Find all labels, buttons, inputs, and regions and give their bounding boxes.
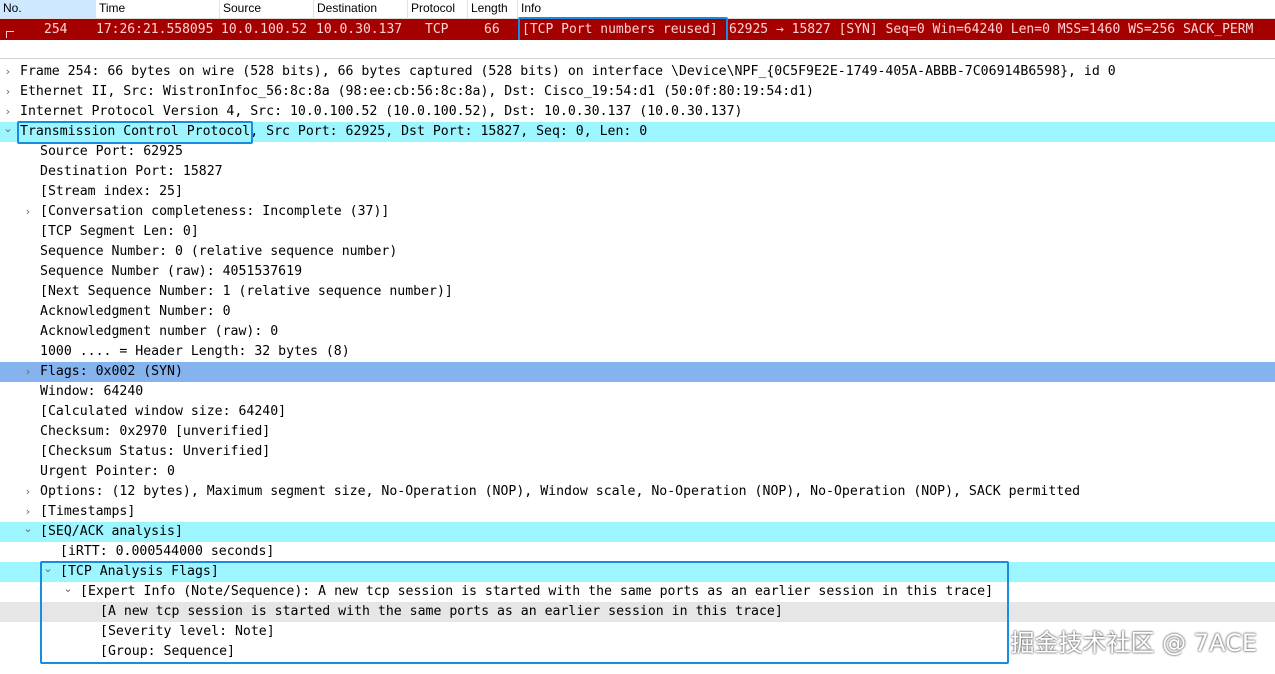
chevron-right-icon[interactable]: ›	[22, 202, 34, 222]
related-packet-marker-icon	[6, 31, 14, 38]
tree-row[interactable]: Window: 64240	[0, 382, 1275, 402]
tree-row-label: Window: 64240	[40, 384, 144, 399]
chevron-down-icon[interactable]: ⌄	[2, 122, 14, 142]
tree-row-label: [iRTT: 0.000544000 seconds]	[60, 544, 275, 559]
tree-row[interactable]: 1000 .... = Header Length: 32 bytes (8)	[0, 342, 1275, 362]
tree-row-label: Ethernet II, Src: WistronInfoc_56:8c:8a …	[20, 84, 814, 99]
tree-row-label: Sequence Number (raw): 4051537619	[40, 264, 303, 279]
tree-row-label: [SEQ/ACK analysis]	[40, 524, 183, 539]
tree-row-label: Checksum: 0x2970 [unverified]	[40, 424, 271, 439]
packet-length: 66	[484, 22, 500, 37]
column-header-info[interactable]: Info	[518, 0, 1275, 18]
tree-row-label: [Stream index: 25]	[40, 184, 183, 199]
tree-row[interactable]: › Ethernet II, Src: WistronInfoc_56:8c:8a…	[0, 82, 1275, 102]
tree-row[interactable]: Acknowledgment number (raw): 0	[0, 322, 1275, 342]
tree-row[interactable]: [iRTT: 0.000544000 seconds]	[0, 542, 1275, 562]
tree-row[interactable]: [Checksum Status: Unverified]	[0, 442, 1275, 462]
chevron-right-icon[interactable]: ›	[2, 62, 14, 82]
tree-row-label: Flags: 0x002 (SYN)	[40, 364, 183, 379]
tree-row[interactable]: › [Timestamps]	[0, 502, 1275, 522]
tree-row[interactable]: [Calculated window size: 64240]	[0, 402, 1275, 422]
tree-row-label: [Severity level: Note]	[100, 624, 275, 639]
tree-row-label: [Checksum Status: Unverified]	[40, 444, 271, 459]
chevron-right-icon[interactable]: ›	[22, 482, 34, 502]
column-header-no[interactable]: No.	[0, 0, 96, 18]
tree-row-label: 1000 .... = Header Length: 32 bytes (8)	[40, 344, 350, 359]
tree-row-label: [Next Sequence Number: 1 (relative seque…	[40, 284, 453, 299]
tree-row[interactable]: Checksum: 0x2970 [unverified]	[0, 422, 1275, 442]
tree-row-label: [Conversation completeness: Incomplete (…	[40, 204, 390, 219]
tree-row[interactable]: [Next Sequence Number: 1 (relative seque…	[0, 282, 1275, 302]
tree-row[interactable]: Sequence Number: 0 (relative sequence nu…	[0, 242, 1275, 262]
tree-row-label: Transmission Control Protocol, Src Port:…	[20, 124, 648, 139]
column-header-protocol[interactable]: Protocol	[408, 0, 468, 18]
packet-destination: 10.0.30.137	[316, 22, 403, 37]
column-header-source[interactable]: Source	[220, 0, 314, 18]
chevron-right-icon[interactable]: ›	[22, 362, 34, 382]
tree-row[interactable]: Source Port: 62925	[0, 142, 1275, 162]
chevron-right-icon[interactable]: ›	[2, 102, 14, 122]
tree-row-label: Urgent Pointer: 0	[40, 464, 175, 479]
tree-row[interactable]: Acknowledgment Number: 0	[0, 302, 1275, 322]
chevron-right-icon[interactable]: ›	[2, 82, 14, 102]
tree-row[interactable]: ⌄ [Expert Info (Note/Sequence): A new tcp…	[0, 582, 1275, 602]
tree-row-label: Acknowledgment Number: 0	[40, 304, 231, 319]
chevron-down-icon[interactable]: ⌄	[22, 522, 34, 542]
packet-source: 10.0.100.52	[221, 22, 308, 37]
column-header-time[interactable]: Time	[96, 0, 220, 18]
pane-splitter[interactable]	[0, 58, 1275, 59]
tree-row[interactable]: [A new tcp session is started with the s…	[0, 602, 1275, 622]
tree-row-label: Source Port: 62925	[40, 144, 183, 159]
packet-details-tree: › Frame 254: 66 bytes on wire (528 bits),…	[0, 62, 1275, 662]
tree-row[interactable]: Urgent Pointer: 0	[0, 462, 1275, 482]
tree-row[interactable]: [Stream index: 25]	[0, 182, 1275, 202]
tree-row-label: Options: (12 bytes), Maximum segment siz…	[40, 484, 1081, 499]
tree-row[interactable]: ⌄ Transmission Control Protocol, Src Port…	[0, 122, 1275, 142]
tree-row-label: Acknowledgment number (raw): 0	[40, 324, 279, 339]
tree-row[interactable]: Sequence Number (raw): 4051537619	[0, 262, 1275, 282]
tree-row-label: [A new tcp session is started with the s…	[100, 604, 783, 619]
tree-row-label: [TCP Segment Len: 0]	[40, 224, 199, 239]
tree-row[interactable]: › Options: (12 bytes), Maximum segment si…	[0, 482, 1275, 502]
packet-info-tag: [TCP Port numbers reused]	[522, 22, 718, 37]
tree-row-label: [TCP Analysis Flags]	[60, 564, 219, 579]
tree-row-label: Frame 254: 66 bytes on wire (528 bits), …	[20, 64, 1116, 79]
packet-list-header: No. Time Source Destination Protocol Len…	[0, 0, 1275, 19]
tree-row[interactable]: Destination Port: 15827	[0, 162, 1275, 182]
column-header-destination[interactable]: Destination	[314, 0, 408, 18]
tree-row-label: [Expert Info (Note/Sequence): A new tcp …	[80, 584, 994, 599]
tree-row[interactable]: › Frame 254: 66 bytes on wire (528 bits),…	[0, 62, 1275, 82]
watermark: 掘金技术社区 @ 7ACE	[1010, 629, 1257, 657]
tree-row-label: [Calculated window size: 64240]	[40, 404, 287, 419]
packet-time: 17:26:21.558095	[96, 22, 214, 37]
tree-row-label: [Group: Sequence]	[100, 644, 235, 659]
packet-info: 62925 → 15827 [SYN] Seq=0 Win=64240 Len=…	[729, 22, 1254, 37]
column-header-length[interactable]: Length	[468, 0, 518, 18]
tree-row-label: Destination Port: 15827	[40, 164, 223, 179]
tree-row[interactable]: › [Conversation completeness: Incomplete …	[0, 202, 1275, 222]
tree-row[interactable]: ⌄ [TCP Analysis Flags]	[0, 562, 1275, 582]
chevron-down-icon[interactable]: ⌄	[62, 582, 74, 602]
tree-row-label: Sequence Number: 0 (relative sequence nu…	[40, 244, 398, 259]
tree-row-label: Internet Protocol Version 4, Src: 10.0.1…	[20, 104, 743, 119]
packet-no: 254	[44, 22, 68, 37]
chevron-down-icon[interactable]: ⌄	[42, 562, 54, 582]
tree-row-label: [Timestamps]	[40, 504, 136, 519]
tree-row[interactable]: › Internet Protocol Version 4, Src: 10.0.…	[0, 102, 1275, 122]
chevron-right-icon[interactable]: ›	[22, 502, 34, 522]
tree-row[interactable]: › Flags: 0x002 (SYN)	[0, 362, 1275, 382]
tree-row[interactable]: [TCP Segment Len: 0]	[0, 222, 1275, 242]
tree-row[interactable]: ⌄ [SEQ/ACK analysis]	[0, 522, 1275, 542]
pane-gap	[0, 40, 1275, 60]
packet-row[interactable]: 254 17:26:21.558095 10.0.100.52 10.0.30.…	[0, 19, 1275, 40]
packet-protocol: TCP	[425, 22, 449, 37]
